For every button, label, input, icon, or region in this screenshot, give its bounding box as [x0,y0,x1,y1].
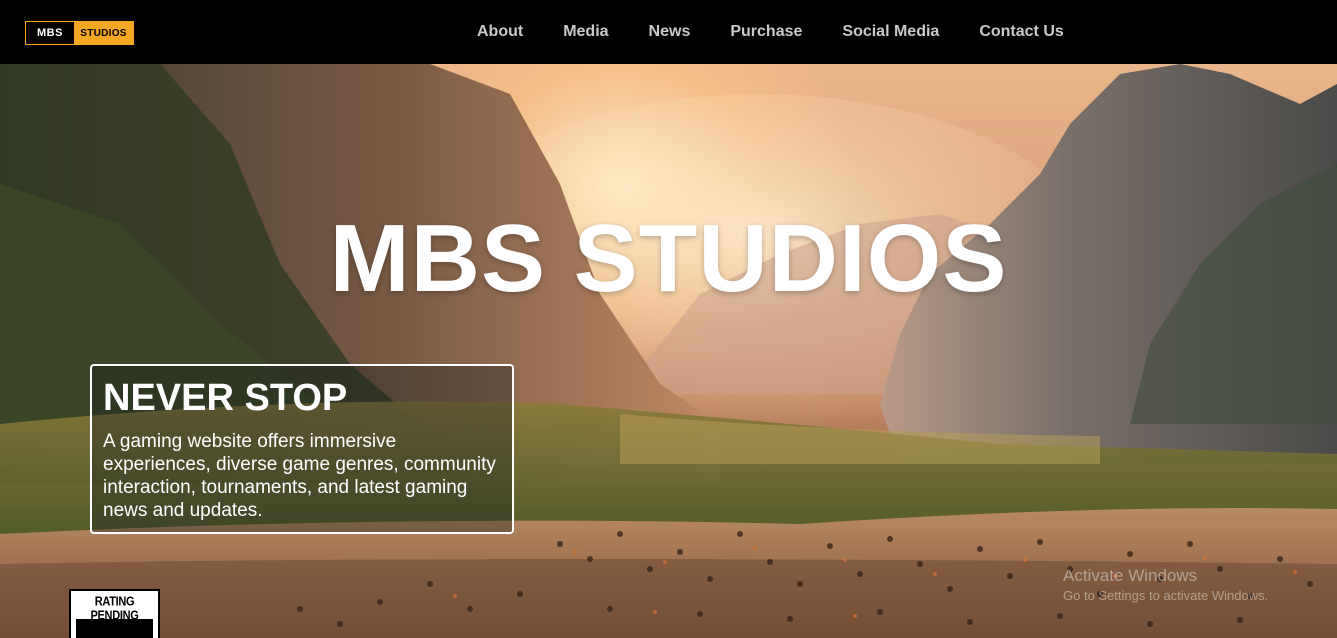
rating-pending-badge: RATING PENDING [69,589,160,638]
hero-background-illustration [0,64,1337,638]
nav-link-purchase[interactable]: Purchase [730,23,802,41]
watermark-subtitle: Go to Settings to activate Windows. [1063,588,1269,603]
studio-logo[interactable]: MBS STUDIOS [25,21,134,45]
main-nav: About Media News Purchase Social Media C… [457,0,1064,64]
rating-badge-block [76,619,153,638]
top-navigation-bar: MBS STUDIOS About Media News Purchase So… [0,0,1337,64]
logo-text-right: STUDIOS [74,22,133,44]
hero-section: MBS STUDIOS NEVER STOP A gaming website … [0,64,1337,638]
info-card: NEVER STOP A gaming website offers immer… [90,364,514,534]
hero-title: MBS STUDIOS [329,205,1008,312]
watermark-title: Activate Windows [1063,566,1198,585]
logo-text-left: MBS [26,22,74,44]
nav-link-media[interactable]: Media [563,23,608,41]
nav-link-social-media[interactable]: Social Media [842,23,939,41]
activate-windows-watermark: Activate Windows Go to Settings to activ… [1063,566,1268,603]
nav-link-contact-us[interactable]: Contact Us [979,23,1063,41]
card-heading: NEVER STOP [103,377,348,419]
card-description: A gaming website offers immersive experi… [103,431,496,521]
nav-link-about[interactable]: About [477,23,523,41]
nav-link-news[interactable]: News [649,23,691,41]
